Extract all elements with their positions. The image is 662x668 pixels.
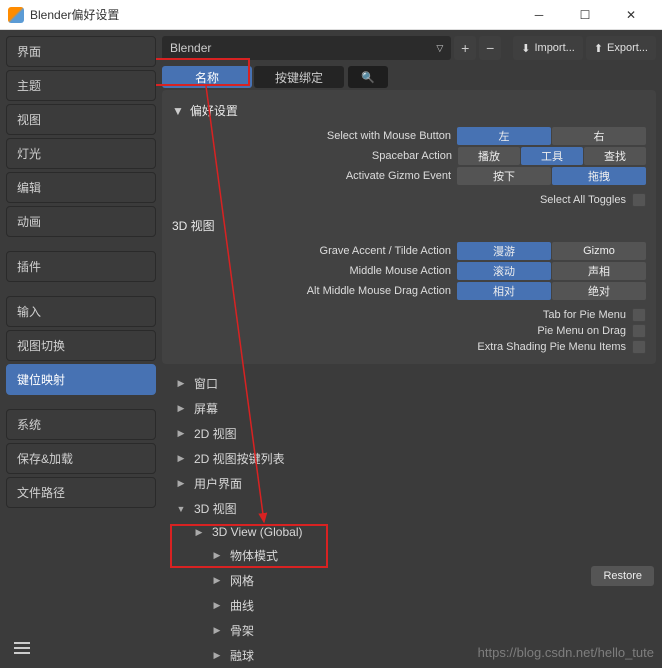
chk0[interactable] [632,308,646,322]
mousebtn-label: Select with Mouse Button [327,130,451,142]
mousebtn-left[interactable]: 左 [457,127,551,145]
arrow-right-icon: ▶ [212,550,222,561]
gizmo-drag[interactable]: 拖拽 [552,167,646,185]
sidebar-item-nav[interactable]: 视图切换 [6,330,156,361]
hamburger-menu-button[interactable] [6,634,156,662]
arrow-right-icon: ▶ [176,478,186,489]
tree-screen[interactable]: ▶屏幕 [164,396,654,421]
keymap-tree: ▶窗口 ▶屏幕 ▶2D 视图 ▶2D 视图按键列表 ▶用户界面 ▼3D 视图 ▶… [162,367,656,668]
chk2-label: Extra Shading Pie Menu Items [477,341,626,353]
arrow-right-icon: ▶ [176,428,186,439]
sidebar-item-input[interactable]: 输入 [6,296,156,327]
import-label: Import... [534,42,574,54]
mmb-label: Middle Mouse Action [350,265,452,277]
search-input[interactable]: 🔍 [348,66,388,88]
tree-object-mode[interactable]: ▶物体模式 [164,543,654,568]
arrow-right-icon: ▶ [176,378,186,389]
gizmo-label: Activate Gizmo Event [346,170,451,182]
topbar: Blender ▽ + − ⬇ Import... ⬆ Export... [162,36,656,60]
chk1[interactable] [632,324,646,338]
arrow-right-icon: ▶ [212,575,222,586]
tree-mesh[interactable]: ▶网格 [164,568,654,593]
grave-gizmo[interactable]: Gizmo [552,242,646,260]
search-icon: 🔍 [361,71,375,84]
sidebar-item-addons[interactable]: 插件 [6,251,156,282]
blender-logo-icon [8,7,24,23]
sidebar-item-anim[interactable]: 动画 [6,206,156,237]
export-label: Export... [607,42,648,54]
close-button[interactable]: ✕ [608,0,654,30]
arrow-down-icon: ▼ [176,504,186,514]
watermark: https://blog.csdn.net/hello_tute [478,645,654,660]
sidebar-item-keymap[interactable]: 键位映射 [6,364,156,395]
export-button[interactable]: ⬆ Export... [586,36,656,60]
arrow-right-icon: ▶ [212,650,222,661]
download-icon: ⬇ [521,42,530,55]
window-title: Blender偏好设置 [30,6,516,23]
upload-icon: ⬆ [594,42,603,55]
main-panel: Blender ▽ + − ⬇ Import... ⬆ Export... 名称… [156,30,662,668]
tree-view2d[interactable]: ▶2D 视图 [164,421,654,446]
chk2[interactable] [632,340,646,354]
sidebar-item-theme[interactable]: 主题 [6,70,156,101]
tree-ui[interactable]: ▶用户界面 [164,471,654,496]
chk0-label: Tab for Pie Menu [543,309,626,321]
arrow-right-icon: ▶ [212,600,222,611]
tree-3dview-global[interactable]: ▶3D View (Global) [164,521,654,543]
add-preset-button[interactable]: + [454,36,476,60]
app-body: 界面 主题 视图 灯光 编辑 动画 插件 输入 视图切换 键位映射 系统 保存&… [0,30,662,668]
arrow-right-icon: ▶ [176,453,186,464]
altmmb-abs[interactable]: 绝对 [552,282,646,300]
spacebar-search[interactable]: 查找 [584,147,646,165]
mousebtn-right[interactable]: 右 [552,127,646,145]
sidebar-item-lights[interactable]: 灯光 [6,138,156,169]
maximize-button[interactable]: ☐ [562,0,608,30]
tree-window[interactable]: ▶窗口 [164,371,654,396]
spacebar-play[interactable]: 播放 [458,147,520,165]
sidebar-item-system[interactable]: 系统 [6,409,156,440]
restore-button[interactable]: Restore [591,566,654,586]
tab-keybind[interactable]: 按键绑定 [254,66,344,88]
altmmb-label: Alt Middle Mouse Drag Action [307,285,451,297]
altmmb-rel[interactable]: 相对 [457,282,551,300]
sidebar: 界面 主题 视图 灯光 编辑 动画 插件 输入 视图切换 键位映射 系统 保存&… [0,30,156,668]
view3d-header: 3D 视图 [172,217,646,234]
selall-checkbox[interactable] [632,193,646,207]
sidebar-item-view[interactable]: 视图 [6,104,156,135]
spacebar-label: Spacebar Action [372,150,452,162]
hamburger-icon [14,642,30,654]
sidebar-item-saveload[interactable]: 保存&加载 [6,443,156,474]
minimize-button[interactable]: ─ [516,0,562,30]
keymap-preset-dropdown[interactable]: Blender ▽ [162,36,451,60]
preset-label: Blender [170,41,211,55]
disclosure-down-icon: ▼ [172,104,184,118]
tree-3dview[interactable]: ▼3D 视图 [164,496,654,521]
grave-label: Grave Accent / Tilde Action [320,245,451,257]
prefs-header[interactable]: ▼ 偏好设置 [172,102,646,119]
window-titlebar: Blender偏好设置 ─ ☐ ✕ [0,0,662,30]
remove-preset-button[interactable]: − [479,36,501,60]
mmb-pan[interactable]: 声相 [552,262,646,280]
sidebar-item-filepaths[interactable]: 文件路径 [6,477,156,508]
arrow-right-icon: ▶ [176,403,186,414]
grave-navigate[interactable]: 漫游 [457,242,551,260]
chk1-label: Pie Menu on Drag [537,325,626,337]
filter-tabs: 名称 按键绑定 🔍 [162,66,656,88]
tree-armature[interactable]: ▶骨架 [164,618,654,643]
spacebar-tool[interactable]: 工具 [521,147,583,165]
tab-name[interactable]: 名称 [162,66,252,88]
chevron-down-icon: ▽ [436,43,443,54]
tree-curve[interactable]: ▶曲线 [164,593,654,618]
tree-view2d-buttons[interactable]: ▶2D 视图按键列表 [164,446,654,471]
arrow-right-icon: ▶ [194,527,204,538]
import-button[interactable]: ⬇ Import... [513,36,583,60]
sidebar-item-edit[interactable]: 编辑 [6,172,156,203]
arrow-right-icon: ▶ [212,625,222,636]
prefs-panel: ▼ 偏好设置 Select with Mouse Button 左 右 Spac… [162,90,656,364]
mmb-orbit[interactable]: 滚动 [457,262,551,280]
sidebar-item-interface[interactable]: 界面 [6,36,156,67]
gizmo-press[interactable]: 按下 [457,167,551,185]
selall-label: Select All Toggles [540,194,626,206]
